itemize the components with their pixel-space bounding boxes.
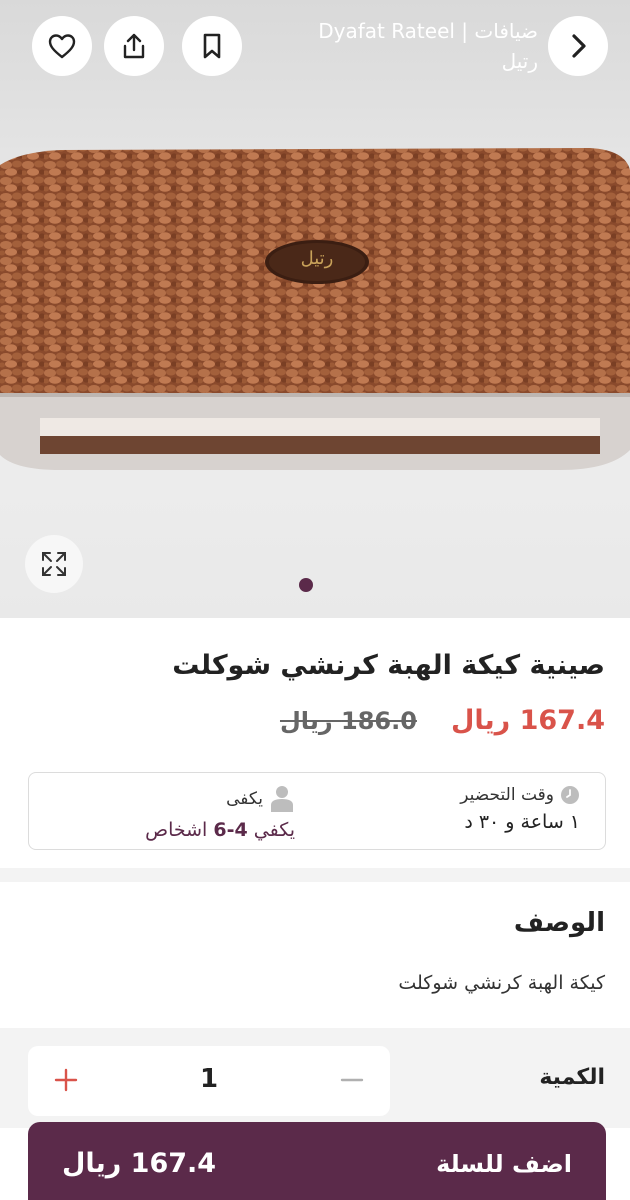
serves-label-row: يكفى (55, 785, 295, 813)
share-button[interactable] (104, 16, 164, 76)
quantity-value[interactable]: 1 (188, 1064, 230, 1094)
decrease-quantity-button[interactable] (332, 1060, 372, 1100)
add-to-cart-button[interactable]: اضف للسلة 167.4 ريال (28, 1122, 606, 1200)
prep-time-label: وقت التحضير (460, 785, 554, 805)
expand-icon (42, 552, 66, 576)
serves: يكفى يكفي 4-6 اشخاص (55, 785, 295, 841)
heart-icon (48, 34, 76, 59)
favorite-button[interactable] (32, 16, 92, 76)
description-text: كيكة الهبة كرنشي شوكلت (398, 972, 605, 994)
increase-quantity-button[interactable] (46, 1060, 86, 1100)
product-image-gallery[interactable]: رتيل ضيافات | Dyafat Rateel رتيل (0, 0, 630, 618)
serves-value-suffix: اشخاص (145, 819, 214, 841)
prep-time-value: ١ ساعة و ٣٠ د (464, 811, 580, 833)
description-heading: الوصف (513, 908, 605, 938)
back-chevron-icon (572, 34, 586, 58)
quantity-stepper: 1 (28, 1046, 390, 1116)
top-bar: ضيافات | Dyafat Rateel رتيل (0, 0, 630, 100)
old-price: 186.0 ريال (279, 706, 417, 735)
cart-total-price: 167.4 ريال (62, 1148, 217, 1179)
prep-time: وقت التحضير ١ ساعة و ٣٠ د (340, 785, 580, 833)
expand-image-button[interactable] (25, 535, 83, 593)
serves-value-prefix: يكفي (247, 819, 295, 841)
serves-value: يكفي 4-6 اشخاص (55, 819, 295, 841)
clock-icon (561, 786, 579, 804)
current-price: 167.4 ريال (450, 705, 605, 736)
brand-logo-text: رتيل (300, 248, 334, 269)
plus-icon (54, 1068, 78, 1092)
serves-value-range: 4-6 (213, 819, 248, 841)
section-divider (0, 868, 630, 882)
product-info-card: وقت التحضير ١ ساعة و ٣٠ د يكفى يكفي 4-6 … (28, 772, 606, 850)
prep-time-label-row: وقت التحضير (340, 785, 580, 805)
bookmark-button[interactable] (182, 16, 242, 76)
person-icon (271, 786, 293, 812)
bookmark-icon (203, 33, 221, 59)
gallery-page-indicator[interactable] (299, 578, 313, 592)
share-icon (123, 33, 145, 59)
quantity-label: الكمية (539, 1065, 605, 1090)
store-name[interactable]: ضيافات | Dyafat Rateel رتيل (288, 16, 538, 76)
add-to-cart-label: اضف للسلة (436, 1150, 572, 1178)
serves-label: يكفى (226, 789, 263, 809)
back-button[interactable] (548, 16, 608, 76)
price-row: 167.4 ريال 186.0 ريال (25, 705, 605, 736)
product-title: صينية كيكة الهبة كرنشي شوكلت (172, 650, 605, 681)
minus-icon (340, 1078, 364, 1082)
